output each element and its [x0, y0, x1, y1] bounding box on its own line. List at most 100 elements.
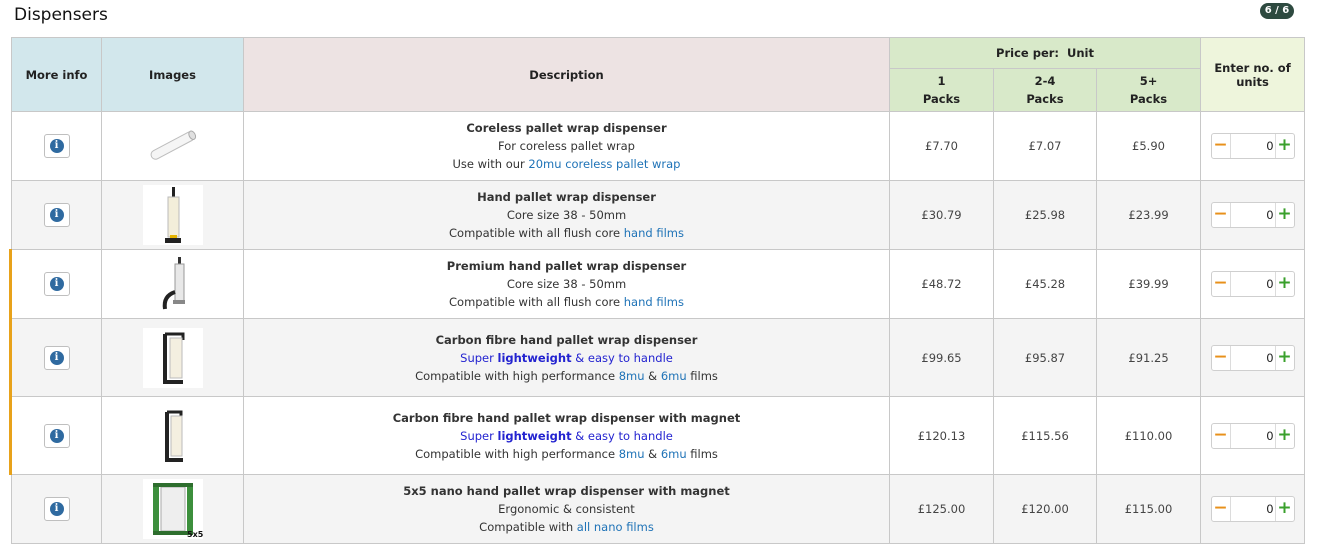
- table-row: i Hand pallet wrap dispenser Core size 3…: [11, 180, 1306, 250]
- lightweight-link[interactable]: lightweight: [498, 429, 572, 443]
- header-more-info: More info: [11, 37, 102, 112]
- quantity-input[interactable]: 0: [1232, 134, 1273, 158]
- info-button[interactable]: i: [43, 203, 70, 227]
- product-name: Carbon fibre hand pallet wrap dispenser …: [392, 410, 741, 425]
- plus-icon[interactable]: +: [1274, 203, 1294, 227]
- price-tier-3: £5.90: [1095, 111, 1202, 181]
- row-accent: [9, 318, 12, 397]
- plus-icon[interactable]: +: [1274, 345, 1294, 370]
- price-tier-1: £30.79: [889, 180, 994, 250]
- page-title: Dispensers: [14, 5, 108, 25]
- product-description: 5x5 nano hand pallet wrap dispenser with…: [243, 474, 890, 544]
- row-accent: [9, 396, 12, 475]
- quantity-input[interactable]: 0: [1232, 272, 1273, 296]
- header-price-per: Price per: Unit: [888, 37, 1202, 69]
- product-image[interactable]: 5x5: [142, 479, 203, 539]
- product-link[interactable]: 20mu coreless pallet wrap: [528, 157, 680, 171]
- price-tier-1: £125.00: [889, 474, 994, 544]
- plus-icon[interactable]: +: [1274, 134, 1294, 158]
- plus-icon[interactable]: +: [1274, 497, 1294, 521]
- price-tier-3: £23.99: [1095, 180, 1202, 250]
- price-tier-2: £7.07: [993, 111, 1097, 181]
- product-detail: Ergonomic & consistent: [498, 502, 635, 516]
- minus-icon[interactable]: −: [1212, 134, 1231, 158]
- product-image[interactable]: [142, 327, 203, 388]
- product-link[interactable]: hand films: [624, 226, 684, 240]
- minus-icon[interactable]: −: [1212, 423, 1231, 448]
- info-button[interactable]: i: [43, 345, 70, 370]
- product-description: Hand pallet wrap dispenser Core size 38 …: [243, 180, 890, 250]
- quantity-stepper[interactable]: −0 +: [1210, 496, 1295, 522]
- price-tier-2: £25.98: [993, 180, 1097, 250]
- info-button[interactable]: i: [43, 134, 70, 158]
- quantity-stepper[interactable]: −0 +: [1210, 271, 1295, 297]
- table-row: i Carbon fibre hand pallet wrap dispense…: [9, 318, 1306, 397]
- minus-icon[interactable]: −: [1212, 345, 1231, 370]
- price-tier-1: £120.13: [889, 396, 994, 475]
- product-table: More info Images Description Price per: …: [9, 37, 1306, 544]
- product-detail: Core size 38 - 50mm: [506, 277, 627, 291]
- info-icon: i: [49, 208, 64, 222]
- product-link-8mu[interactable]: 8mu: [619, 369, 645, 383]
- product-description: Carbon fibre hand pallet wrap dispenser …: [243, 318, 890, 397]
- header-description: Description: [243, 37, 890, 112]
- badge-5x5: 5x5: [187, 530, 203, 539]
- table-row: i Premium hand pallet wrap dispenser Cor…: [9, 249, 1306, 319]
- product-name: Hand pallet wrap dispenser: [477, 190, 656, 204]
- product-name: Premium hand pallet wrap dispenser: [446, 259, 687, 273]
- header-tier-3: 5+ Packs: [1095, 68, 1202, 112]
- table-row: i Carbon fibre hand pallet wrap dispense…: [9, 396, 1306, 475]
- product-link-6mu[interactable]: 6mu: [661, 447, 687, 461]
- quantity-stepper[interactable]: −0 +: [1210, 422, 1295, 449]
- price-tier-1: £99.65: [889, 318, 994, 397]
- minus-icon[interactable]: −: [1212, 497, 1231, 521]
- plus-icon[interactable]: +: [1274, 423, 1294, 448]
- quantity-input[interactable]: 0: [1232, 203, 1273, 227]
- price-tier-2: £120.00: [993, 474, 1097, 544]
- quantity-input[interactable]: 0: [1232, 346, 1273, 370]
- product-image[interactable]: [143, 254, 203, 314]
- product-description: Coreless pallet wrap dispenser For corel…: [243, 111, 890, 181]
- table-row: i 5x5 5x5 nano hand pallet wrap dispense…: [11, 474, 1306, 544]
- quantity-input[interactable]: 0: [1232, 424, 1273, 448]
- info-icon: i: [49, 139, 64, 153]
- product-image[interactable]: [142, 185, 203, 245]
- quantity-input[interactable]: 0: [1232, 497, 1273, 521]
- info-icon: i: [49, 502, 64, 516]
- product-name: Coreless pallet wrap dispenser: [466, 121, 667, 135]
- product-link-8mu[interactable]: 8mu: [619, 447, 645, 461]
- table-row: i Coreless pallet wrap dispenser For cor…: [11, 111, 1306, 181]
- product-link[interactable]: hand films: [624, 295, 684, 309]
- product-description: Carbon fibre hand pallet wrap dispenser …: [243, 396, 890, 475]
- info-button[interactable]: i: [43, 497, 70, 521]
- price-tier-3: £39.99: [1095, 249, 1202, 319]
- row-accent: [9, 249, 12, 319]
- info-icon: i: [49, 277, 64, 291]
- product-link-6mu[interactable]: 6mu: [661, 369, 687, 383]
- price-tier-1: £48.72: [889, 249, 994, 319]
- price-tier-1: £7.70: [889, 111, 994, 181]
- header-quantity: Enter no. of units: [1200, 37, 1306, 112]
- info-button[interactable]: i: [43, 423, 70, 448]
- price-tier-3: £91.25: [1095, 318, 1202, 397]
- quantity-stepper[interactable]: −0 +: [1210, 344, 1295, 371]
- header-images: Images: [101, 37, 244, 112]
- plus-icon[interactable]: +: [1274, 272, 1294, 296]
- quantity-stepper[interactable]: −0 +: [1210, 133, 1295, 159]
- info-icon: i: [49, 350, 64, 365]
- lightweight-link[interactable]: lightweight: [498, 351, 572, 365]
- product-detail: Core size 38 - 50mm: [506, 208, 627, 222]
- minus-icon[interactable]: −: [1212, 272, 1231, 296]
- price-tier-2: £95.87: [993, 318, 1097, 397]
- product-image[interactable]: [143, 116, 203, 176]
- info-button[interactable]: i: [43, 272, 70, 296]
- product-link[interactable]: all nano films: [577, 520, 654, 534]
- price-tier-2: £45.28: [993, 249, 1097, 319]
- info-icon: i: [49, 428, 64, 443]
- product-image[interactable]: [143, 406, 203, 466]
- price-tier-3: £115.00: [1095, 474, 1202, 544]
- quantity-stepper[interactable]: −0 +: [1210, 202, 1295, 228]
- product-description: Premium hand pallet wrap dispenser Core …: [243, 249, 890, 319]
- product-name: Carbon fibre hand pallet wrap dispenser: [435, 332, 698, 347]
- minus-icon[interactable]: −: [1212, 203, 1231, 227]
